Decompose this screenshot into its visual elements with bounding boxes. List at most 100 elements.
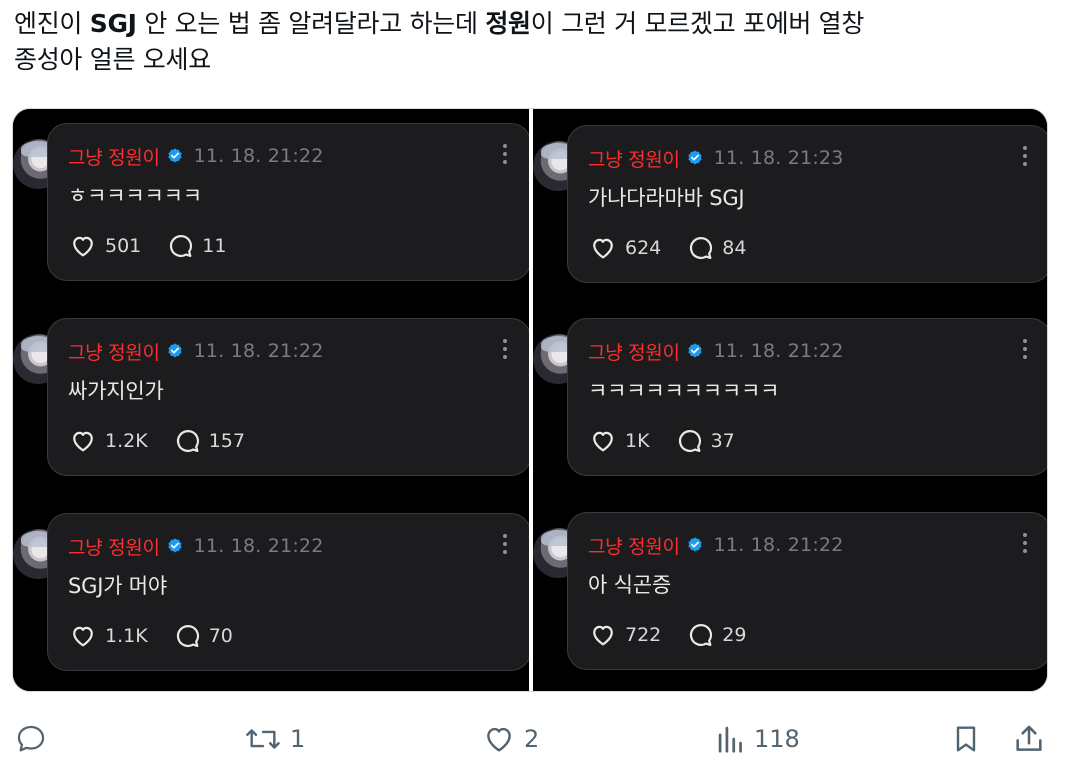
verified-badge-icon [168, 343, 182, 358]
post-timestamp: 11. 18. 21:22 [193, 535, 324, 557]
post-header: 그냥 정원이 11. 18. 21:23 [588, 144, 844, 172]
verified-badge-icon [168, 538, 182, 553]
bookmark-button[interactable] [950, 722, 982, 756]
post-card: 그냥 정원이 11. 18. 21:22 SGJ가 머야 1.1K 70 [47, 513, 529, 671]
share-icon [1016, 725, 1042, 751]
comment-bubble-icon [678, 429, 701, 453]
post-text: 싸가지인가 [68, 379, 164, 403]
reply-count: 84 [722, 237, 747, 259]
post-header: 그냥 정원이 11. 18. 21:22 [68, 337, 324, 365]
reply-count: 11 [202, 235, 227, 257]
post-timestamp: 11. 18. 21:22 [713, 340, 844, 362]
speech-bubble-icon [17, 725, 45, 752]
post-timestamp: 11. 18. 21:22 [713, 534, 844, 556]
post-stats: 1K 37 [588, 427, 761, 455]
author-name: 그냥 정원이 [588, 535, 680, 558]
post-stats: 624 84 [588, 234, 772, 262]
post-header: 그냥 정원이 11. 18. 21:22 [68, 142, 324, 170]
reply-stat: 29 [687, 621, 746, 649]
comment-bubble-icon [176, 429, 199, 453]
views-button[interactable]: 118 [716, 722, 800, 756]
reply-count: 157 [208, 430, 245, 452]
heart-icon [73, 236, 93, 257]
tweet-text-segment: 엔진이 [14, 9, 90, 38]
author-name: 그냥 정원이 [68, 146, 160, 169]
like-count: 624 [625, 237, 662, 259]
screenshot-post: 그냥 정원이 11. 18. 21:22 ㅋㅋㅋㅋㅋㅋㅋㅋㅋㅋ 1K 37 [533, 304, 1047, 476]
tweet-text-bold: 정원 [485, 9, 531, 38]
screenshot-post: 그냥 정원이 11. 18. 21:22 SGJ가 머야 1.1K 70 [13, 499, 529, 671]
tweet-action-bar: 1 2 118 [0, 712, 1074, 764]
post-stats: 722 29 [588, 621, 772, 649]
comment-bubble-icon [170, 234, 193, 258]
post-card: 그냥 정원이 11. 18. 21:23 가나다라마바 SGJ 624 84 [567, 125, 1047, 283]
post-card: 그냥 정원이 11. 18. 21:22 아 식곤증 722 29 [567, 512, 1047, 670]
screenshot-post: 그냥 정원이 11. 18. 21:23 가나다라마바 SGJ 624 84 [533, 111, 1047, 283]
comment-bubble-icon [690, 623, 713, 647]
reply-button[interactable] [14, 722, 48, 756]
reply-count: 29 [722, 624, 747, 646]
reply-count: 37 [710, 430, 735, 452]
right-screenshot-panel: 그냥 정원이 11. 18. 21:23 가나다라마바 SGJ 624 84 그… [533, 109, 1047, 691]
verified-badge-icon [168, 148, 182, 163]
post-header: 그냥 정원이 11. 18. 21:22 [68, 532, 324, 560]
like-stat: 501 [68, 232, 141, 260]
verified-badge-icon [688, 150, 702, 165]
like-count: 1.1K [105, 625, 148, 647]
post-card: 그냥 정원이 11. 18. 21:22 ㅋㅋㅋㅋㅋㅋㅋㅋㅋㅋ 1K 37 [567, 318, 1047, 476]
retweet-button[interactable]: 1 [244, 722, 305, 756]
reply-stat: 70 [174, 622, 233, 650]
bookmark-icon [956, 726, 976, 752]
heart-icon [73, 626, 93, 647]
heart-icon [593, 238, 613, 259]
tweet-line-1: 엔진이 SGJ 안 오는 법 좀 알려달라고 하는데 정원이 그런 거 모르겠고… [14, 6, 1054, 42]
post-timestamp: 11. 18. 21:22 [193, 340, 324, 362]
post-text: ㅎㅋㅋㅋㅋㅋㅋ [68, 184, 202, 208]
more-options-icon [1022, 146, 1028, 170]
post-timestamp: 11. 18. 21:23 [713, 147, 844, 169]
post-header: 그냥 정원이 11. 18. 21:22 [588, 337, 844, 365]
tweet-text-segment: 안 오는 법 좀 알려달라고 하는데 [136, 9, 486, 38]
more-options-icon [1022, 339, 1028, 363]
post-header: 그냥 정원이 11. 18. 21:22 [588, 531, 844, 559]
more-options-icon [502, 144, 508, 168]
post-text: ㅋㅋㅋㅋㅋㅋㅋㅋㅋㅋ [588, 379, 780, 403]
heart-icon [593, 431, 613, 452]
like-button[interactable]: 2 [482, 722, 539, 756]
like-count: 1K [625, 430, 650, 452]
post-stats: 1.1K 70 [68, 622, 259, 650]
verified-badge-icon [688, 343, 702, 358]
like-stat: 1.2K [68, 427, 148, 455]
reply-stat: 37 [676, 427, 735, 455]
post-timestamp: 11. 18. 21:22 [193, 145, 324, 167]
author-name: 그냥 정원이 [68, 341, 160, 364]
reply-stat: 84 [687, 234, 746, 262]
bar-chart-icon [718, 726, 742, 753]
more-options-icon [1022, 533, 1028, 557]
like-stat: 722 [588, 621, 661, 649]
post-stats: 501 11 [68, 232, 252, 260]
tweet-text-bold: SGJ [89, 9, 137, 38]
author-name: 그냥 정원이 [588, 148, 680, 171]
like-count: 2 [524, 725, 540, 753]
post-card: 그냥 정원이 11. 18. 21:22 ㅎㅋㅋㅋㅋㅋㅋ 501 11 [47, 123, 529, 281]
heart-icon [73, 431, 93, 452]
media-image[interactable]: 그냥 정원이 11. 18. 21:22 ㅎㅋㅋㅋㅋㅋㅋ 501 11 그냥 정… [12, 108, 1048, 692]
tweet-line-2: 종성아 얼른 오세요 [14, 45, 211, 74]
reply-stat: 157 [174, 427, 245, 455]
post-text: SGJ가 머야 [68, 574, 168, 598]
retweet-count: 1 [290, 725, 306, 753]
post-card: 그냥 정원이 11. 18. 21:22 싸가지인가 1.2K 157 [47, 318, 529, 476]
like-count: 722 [625, 624, 662, 646]
tweet-text: 엔진이 SGJ 안 오는 법 좀 알려달라고 하는데 정원이 그런 거 모르겠고… [14, 6, 1054, 78]
like-stat: 1.1K [68, 622, 148, 650]
post-text: 가나다라마바 SGJ [588, 186, 745, 210]
like-count: 1.2K [105, 430, 148, 452]
author-name: 그냥 정원이 [68, 536, 160, 559]
author-name: 그냥 정원이 [588, 341, 680, 364]
comment-bubble-icon [690, 236, 713, 260]
like-stat: 624 [588, 234, 661, 262]
share-button[interactable] [1012, 722, 1046, 756]
heart-icon [487, 727, 511, 752]
verified-badge-icon [688, 537, 702, 552]
